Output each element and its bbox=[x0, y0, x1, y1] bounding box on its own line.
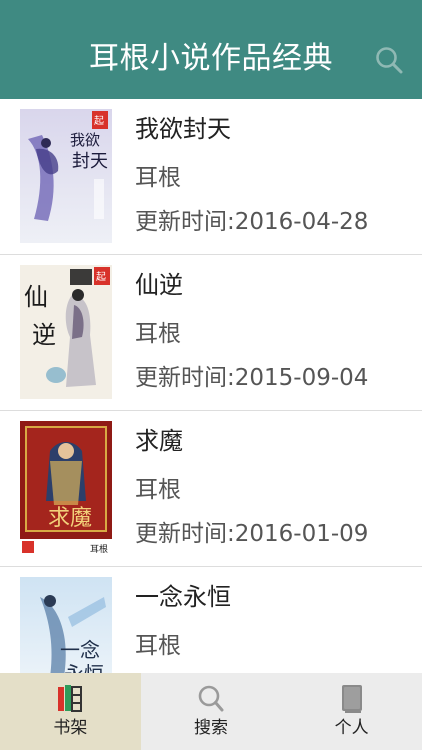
book-title: 求魔 bbox=[135, 427, 183, 455]
book-updated-time: 更新时间:2016-01-09 bbox=[135, 521, 369, 547]
tab-label: 书架 bbox=[53, 718, 88, 738]
svg-text:封天: 封天 bbox=[72, 151, 108, 172]
book-row[interactable]: 我欲 封天 起 我欲封天 耳根 更新时间:2016-04-28 bbox=[0, 99, 422, 255]
search-icon bbox=[196, 683, 226, 715]
tab-bookshelf[interactable]: 书架 bbox=[0, 673, 141, 750]
tab-profile[interactable]: 个人 bbox=[281, 673, 422, 750]
svg-text:逆: 逆 bbox=[32, 321, 56, 349]
book-updated-time: 更新时间:2015-09-04 bbox=[135, 365, 369, 391]
app-screen: 耳根小说作品经典 我欲 封天 起 我欲封天 耳根 更新时间:2016-04-28… bbox=[0, 0, 422, 750]
svg-text:耳根: 耳根 bbox=[90, 543, 108, 555]
book-author: 耳根 bbox=[135, 633, 181, 659]
bookshelf-icon bbox=[55, 683, 85, 715]
tab-label: 个人 bbox=[334, 718, 369, 738]
book-author: 耳根 bbox=[135, 165, 181, 191]
book-cover: 一念 永恒 bbox=[20, 577, 112, 673]
tab-label: 搜索 bbox=[194, 718, 228, 738]
book-cover: 求魔 耳根 bbox=[20, 421, 112, 555]
book-title: 我欲封天 bbox=[135, 115, 231, 143]
book-author: 耳根 bbox=[135, 477, 181, 503]
book-updated-time: 更新时间:2016-04-28 bbox=[135, 209, 369, 235]
svg-text:求魔: 求魔 bbox=[48, 506, 92, 531]
search-icon[interactable] bbox=[374, 45, 404, 75]
svg-text:一念: 一念 bbox=[60, 638, 100, 662]
svg-text:永恒: 永恒 bbox=[64, 662, 104, 673]
tab-search[interactable]: 搜索 bbox=[141, 673, 282, 750]
book-list: 我欲 封天 起 我欲封天 耳根 更新时间:2016-04-28 仙 逆 起 仙逆… bbox=[0, 99, 422, 673]
tab-bar: 书架 搜索 个人 bbox=[0, 673, 422, 750]
svg-text:起: 起 bbox=[96, 271, 106, 283]
page-title: 耳根小说作品经典 bbox=[89, 41, 333, 76]
book-author: 耳根 bbox=[135, 321, 181, 347]
svg-text:起: 起 bbox=[94, 115, 104, 127]
book-title: 一念永恒 bbox=[135, 583, 231, 611]
book-row[interactable]: 一念 永恒 一念永恒 耳根 bbox=[0, 567, 422, 673]
book-row[interactable]: 求魔 耳根 求魔 耳根 更新时间:2016-01-09 bbox=[0, 411, 422, 567]
book-row[interactable]: 仙 逆 起 仙逆 耳根 更新时间:2015-09-04 bbox=[0, 255, 422, 411]
book-cover: 仙 逆 起 bbox=[20, 265, 112, 399]
book-title: 仙逆 bbox=[135, 271, 183, 299]
svg-text:仙: 仙 bbox=[24, 283, 48, 311]
svg-text:我欲: 我欲 bbox=[70, 131, 100, 149]
book-icon bbox=[337, 683, 367, 715]
navigation-bar: 耳根小说作品经典 bbox=[0, 0, 422, 99]
book-cover: 我欲 封天 起 bbox=[20, 109, 112, 243]
